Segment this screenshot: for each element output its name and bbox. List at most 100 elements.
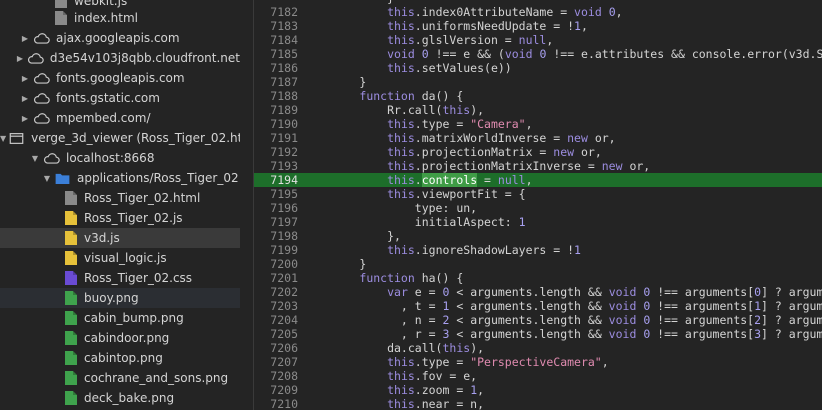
code-line[interactable]: 7198 }, <box>254 229 822 243</box>
line-number: 7196 <box>270 201 298 215</box>
chevron-right-icon[interactable]: ▶ <box>20 112 30 124</box>
tree-item-label: mpembed.com/ <box>56 111 151 125</box>
tree-item[interactable]: Ross_Tiger_02.css <box>0 268 240 288</box>
line-number: 7207 <box>270 355 298 369</box>
tree-item[interactable]: cabin_bump.png <box>0 308 240 328</box>
line-number: 7204 <box>270 313 298 327</box>
tree-item[interactable]: v3d.js <box>0 228 240 248</box>
cloud-icon <box>27 52 44 64</box>
code-text: this.matrixWorldInverse = new or, <box>387 131 616 145</box>
code-line[interactable]: 7210 this.near = n, <box>254 397 822 410</box>
code-text: this.type = "Camera", <box>387 117 533 131</box>
tree-item-label: verge_3d_viewer (Ross_Tiger_02.htm <box>31 131 240 145</box>
tree-item[interactable]: Ross_Tiger_02.js <box>0 208 240 228</box>
code-line[interactable]: 7196 type: un, <box>254 201 822 215</box>
chevron-down-icon[interactable]: ▼ <box>42 172 52 184</box>
code-text: type: un, <box>304 201 478 215</box>
code-line[interactable]: 7202 var e = 0 < arguments.length && voi… <box>254 285 822 299</box>
code-line[interactable]: 7209 this.zoom = 1, <box>254 383 822 397</box>
code-line[interactable]: 7190 this.type = "Camera", <box>254 117 822 131</box>
tree-item[interactable]: ▶ ajax.googleapis.com <box>0 28 240 48</box>
tree-item[interactable]: ▼ applications/Ross_Tiger_02 <box>0 168 240 188</box>
chevron-right-icon[interactable]: ▶ <box>16 52 24 64</box>
code-line[interactable]: 7193 this.projectionMatrixInverse = new … <box>254 159 822 173</box>
code-line[interactable]: 7200 } <box>254 257 822 271</box>
line-number: 7206 <box>270 341 298 355</box>
code-line[interactable]: 7192 this.projectionMatrix = new or, <box>254 145 822 159</box>
line-number: 7189 <box>270 103 298 117</box>
code-line[interactable]: 7204 , n = 2 < arguments.length && void … <box>254 313 822 327</box>
code-text: } <box>304 257 367 271</box>
code-line[interactable]: 7185 void 0 !== e && (void 0 !== e.attri… <box>254 47 822 61</box>
line-number: 7203 <box>270 299 298 313</box>
code-line[interactable]: 7188 function da() { <box>254 89 822 103</box>
code-line[interactable]: 7206 da.call(this), <box>254 341 822 355</box>
tree-item-label: webkit.js <box>74 0 128 8</box>
code-line[interactable]: 7201 function ha() { <box>254 271 822 285</box>
file-icon <box>55 11 67 25</box>
tree-item[interactable]: ▶ fonts.gstatic.com <box>0 88 240 108</box>
tree-item[interactable]: ▼ verge_3d_viewer (Ross_Tiger_02.htm <box>0 128 240 148</box>
code-line[interactable]: 7195 this.viewportFit = { <box>254 187 822 201</box>
line-number: 7187 <box>270 75 298 89</box>
tree-item[interactable]: visual_logic.js <box>0 248 240 268</box>
code-line[interactable]: 7208 this.fov = e, <box>254 369 822 383</box>
file-icon <box>65 331 77 345</box>
code-line[interactable]: 7182 this.index0AttributeName = void 0, <box>254 5 822 19</box>
chevron-down-icon[interactable]: ▼ <box>0 132 6 144</box>
code-line[interactable]: 7187 } <box>254 75 822 89</box>
chevron-down-icon[interactable]: ▼ <box>30 152 40 164</box>
highlighted-code-line[interactable]: 7194 this.controls = null, <box>254 173 822 187</box>
file-icon <box>65 191 77 205</box>
tree-item-label: buoy.png <box>84 291 139 305</box>
line-number: 7184 <box>270 33 298 47</box>
tree-item[interactable]: ▶ fonts.googleapis.com <box>0 68 240 88</box>
cloud-icon <box>33 72 50 84</box>
file-icon <box>65 291 77 305</box>
tree-item[interactable]: cabindoor.png <box>0 328 240 348</box>
code-editor[interactable]: } 7182 this.index0AttributeName = void 0,… <box>254 0 822 410</box>
code-line[interactable]: 7189 Rr.call(this), <box>254 103 822 117</box>
code-text: this.glslVersion = null, <box>387 33 554 47</box>
tree-item[interactable]: ▼ localhost:8668 <box>0 148 240 168</box>
tree-item-label: cabintop.png <box>84 351 163 365</box>
tree-item[interactable]: cabintop.png <box>0 348 240 368</box>
line-number: 7195 <box>270 187 298 201</box>
cloud-icon <box>33 32 50 44</box>
code-text: da.call(this), <box>304 341 485 355</box>
tree-item[interactable]: index.html <box>0 8 240 28</box>
tree-item-label: d3e54v103j8qbb.cloudfront.net <box>49 51 240 65</box>
file-icon <box>55 0 67 8</box>
code-line[interactable]: 7197 initialAspect: 1 <box>254 215 822 229</box>
file-tree[interactable]: webkit.js index.html ▶ ajax.googleapis.com ▶… <box>0 0 240 410</box>
tree-item-label: cabindoor.png <box>84 331 170 345</box>
tree-item[interactable]: buoy.png <box>0 288 240 308</box>
tree-item[interactable]: ▶ mpembed.com/ <box>0 108 240 128</box>
code-line[interactable]: 7183 this.uniformsNeedUpdate = !1, <box>254 19 822 33</box>
code-line[interactable]: 7207 this.type = "PerspectiveCamera", <box>254 355 822 369</box>
line-number: 7202 <box>270 285 298 299</box>
tree-item[interactable]: ▶ d3e54v103j8qbb.cloudfront.net <box>0 48 240 68</box>
cloud-icon <box>43 152 60 164</box>
code-line[interactable]: 7186 this.setValues(e)) <box>254 61 822 75</box>
code-line[interactable]: 7191 this.matrixWorldInverse = new or, <box>254 131 822 145</box>
code-line[interactable]: 7203 , t = 1 < arguments.length && void … <box>254 299 822 313</box>
tree-item[interactable]: Ross_Tiger_02.html <box>0 188 240 208</box>
tree-item[interactable]: cochrane_and_sons.png <box>0 368 240 388</box>
line-number: 7183 <box>270 19 298 33</box>
line-number: 7209 <box>270 383 298 397</box>
tree-item[interactable]: deck_bake.png <box>0 388 240 408</box>
code-line[interactable]: 7205 , r = 3 < arguments.length && void … <box>254 327 822 341</box>
tree-item-label: Ross_Tiger_02.css <box>84 271 193 285</box>
code-line[interactable]: 7199 this.ignoreShadowLayers = !1 <box>254 243 822 257</box>
line-number: 7190 <box>270 117 298 131</box>
line-number: 7199 <box>270 243 298 257</box>
pane-splitter[interactable] <box>240 0 254 410</box>
code-text: this.zoom = 1, <box>387 383 485 397</box>
chevron-right-icon[interactable]: ▶ <box>20 92 30 104</box>
chevron-right-icon[interactable]: ▶ <box>20 72 30 84</box>
frame-icon <box>9 132 24 144</box>
chevron-right-icon[interactable]: ▶ <box>20 32 30 44</box>
code-line[interactable]: 7184 this.glslVersion = null, <box>254 33 822 47</box>
line-number: 7200 <box>270 257 298 271</box>
